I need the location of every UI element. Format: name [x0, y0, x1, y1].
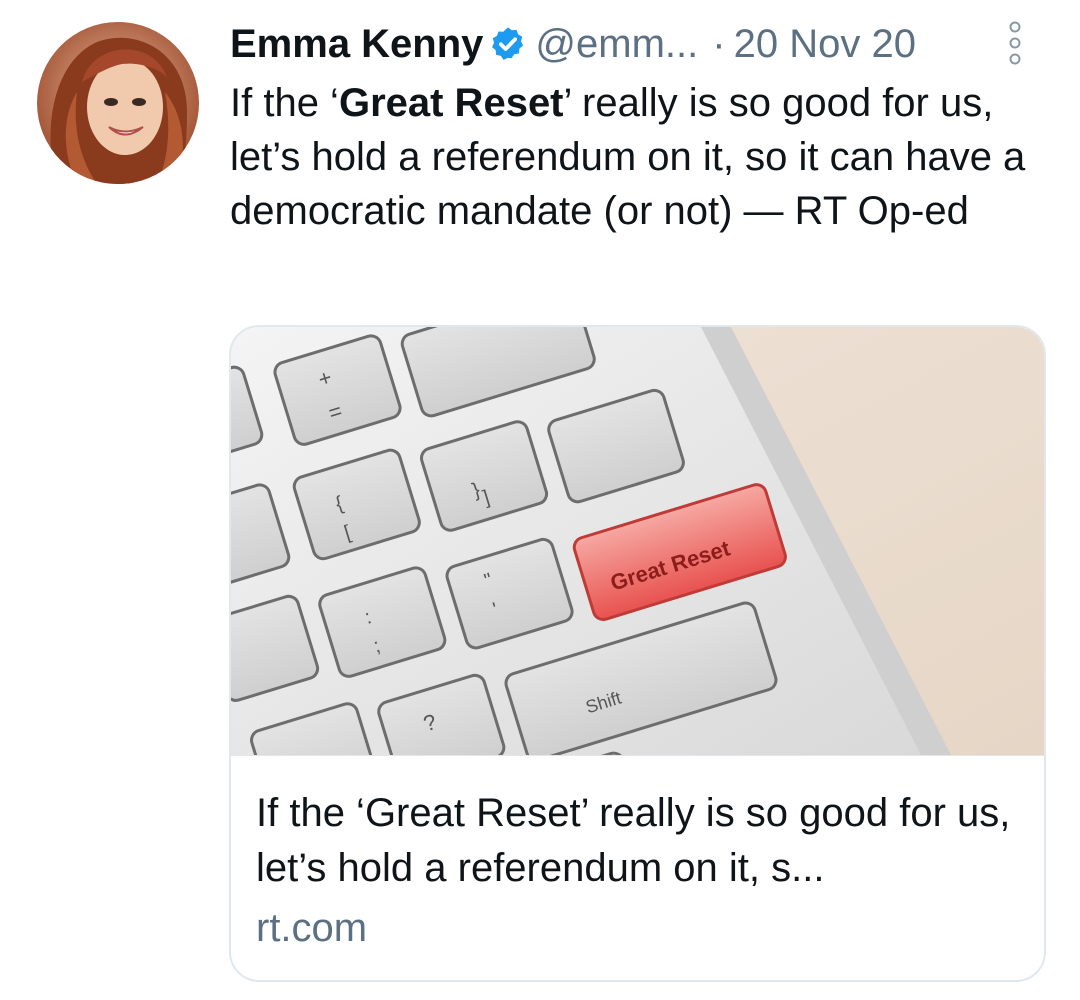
card-domain: rt.com	[256, 906, 368, 950]
card-body: If the ‘Great Reset’ really is so good f…	[231, 755, 1044, 980]
tweet-text-part1: If the ‘	[230, 81, 339, 125]
tweet-date[interactable]: 20 Nov 20	[734, 14, 916, 74]
header-separator: ·	[712, 22, 726, 66]
author-name[interactable]: Emma Kenny	[230, 14, 483, 74]
tweet-header: Emma Kenny @emm... · 20 Nov 20	[230, 14, 1050, 74]
avatar[interactable]	[37, 22, 199, 184]
profile-photo-icon	[37, 22, 199, 184]
more-vertical-icon[interactable]	[1000, 18, 1030, 68]
tweet-text-bold: Great Reset	[338, 81, 564, 125]
verified-badge-icon	[489, 25, 527, 63]
card-title: If the ‘Great Reset’ really is so good f…	[256, 791, 1011, 890]
link-card[interactable]: + = } ] { [ " ' : ; ? Great Reset Shift …	[229, 325, 1046, 982]
tweet-text: If the ‘Great Reset’ really is so good f…	[230, 76, 1050, 238]
card-image: + = } ] { [ " ' : ; ? Great Reset Shift	[231, 327, 1044, 755]
tweet[interactable]: Emma Kenny @emm... · 20 Nov 20 If the ‘G…	[0, 0, 1080, 1000]
author-handle[interactable]: @emm...	[535, 14, 698, 74]
